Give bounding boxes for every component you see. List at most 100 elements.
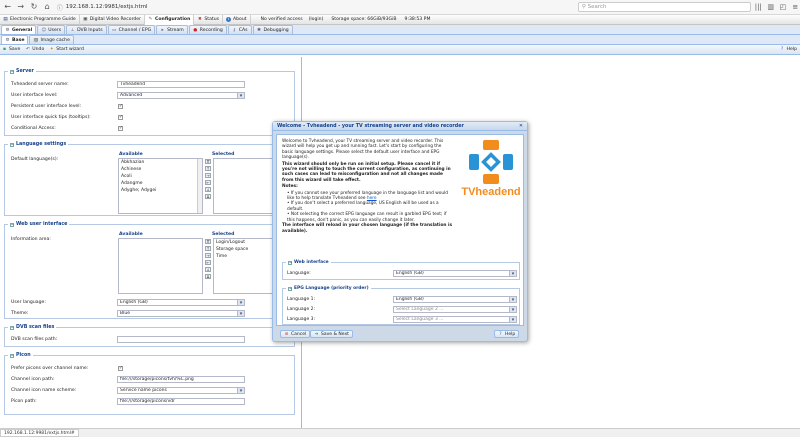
prefer-picons-checkbox[interactable]: ✓ [118, 366, 123, 371]
info-area-available-list[interactable] [118, 238, 203, 294]
move-bottom-icon[interactable]: ⇊ [205, 274, 211, 279]
ui-level-select[interactable]: Advanced [117, 92, 245, 99]
url-bar[interactable]: ⓘ 192.168.1.12:9981/extjs.html [57, 2, 458, 12]
cancel-button[interactable]: ⊘ Cancel [280, 330, 311, 338]
forward-arrow-icon[interactable]: → [15, 1, 26, 13]
help-icon: ? [780, 47, 784, 52]
menu-label: Electronic Programme Guide [10, 16, 76, 22]
tab-stream[interactable]: ▸ Stream [156, 25, 188, 34]
move-down-icon[interactable]: ↓ [205, 187, 211, 192]
server-name-input[interactable]: Tvheadend [117, 81, 245, 88]
channel-icon-path-input[interactable]: file:///storage/picons/tvh/%C.png [117, 376, 245, 383]
home-icon[interactable]: ⌂ [42, 1, 53, 13]
dvb-scan-path-input[interactable] [117, 336, 245, 343]
tab-general[interactable]: ⚙ General [1, 25, 37, 34]
conditional-access-checkbox[interactable]: ✓ [118, 126, 123, 131]
welcome-wizard-dialog: Welcome - Tvheadend - your TV streaming … [272, 121, 528, 342]
webui-legend[interactable]: − Web user interface [8, 222, 70, 227]
save-icon: ▪ [2, 47, 7, 52]
menu-dvr[interactable]: ▣ Digital Video Recorder [80, 14, 146, 25]
help-button[interactable]: ? Help [780, 47, 797, 52]
collapse-icon: − [10, 69, 14, 74]
epg-language-1-select[interactable]: English (GB) [393, 296, 517, 303]
epg-language-3-select[interactable]: Select Language 3 ... [393, 316, 517, 323]
dvbscan-legend[interactable]: − DVB scan files [8, 325, 57, 330]
tab-image-cache[interactable]: ▨ Image cache [29, 35, 74, 44]
picon-fieldset: − Picon Prefer picons over channel name: … [4, 353, 295, 415]
menu-configuration[interactable]: ✎ Configuration [145, 14, 195, 25]
undo-button[interactable]: ↶ Undo [25, 47, 44, 52]
list-item[interactable]: Achinese [119, 166, 202, 173]
move-right-icon[interactable]: → [205, 253, 211, 258]
server-legend[interactable]: − Server [8, 69, 36, 74]
language-legend[interactable]: − Language settings [8, 142, 69, 147]
login-link[interactable]: (login) [309, 17, 324, 22]
record-icon: ● [193, 27, 198, 33]
epg-language-legend[interactable]: − EPG Language (priority order) [286, 286, 371, 291]
tab-cas[interactable]: ⚷ CAs [227, 25, 252, 34]
dvbscan-fieldset: − DVB scan files DVB scan files path: [4, 325, 295, 347]
start-wizard-button[interactable]: ✦ Start wizard [49, 47, 84, 52]
list-item[interactable]: Acoli [119, 173, 202, 180]
menu-label: Digital Video Recorder [89, 16, 142, 22]
list-scrollbar[interactable] [197, 159, 202, 213]
quick-tips-checkbox[interactable]: ✓ [118, 115, 123, 120]
move-up-icon[interactable]: ↑ [205, 246, 211, 251]
menu-icon[interactable]: ≡ [791, 2, 800, 12]
menu-epg[interactable]: ▤ Electronic Programme Guide [0, 14, 80, 25]
save-label: Save [9, 47, 21, 52]
reload-note: The interface will reload in your chosen… [282, 223, 453, 234]
save-next-label: Save & Next [321, 331, 349, 337]
browser-search-input[interactable]: ⚲ Search [577, 2, 751, 12]
move-up-icon[interactable]: ↑ [205, 166, 211, 171]
wizard-help-button[interactable]: ? Help [494, 330, 520, 338]
move-right-icon[interactable]: → [205, 173, 211, 178]
tab-base[interactable]: ⚙ Base [1, 35, 29, 44]
reload-icon[interactable]: ↻ [28, 1, 39, 13]
list-item[interactable]: Adangme [119, 180, 202, 187]
legend-text: DVB scan files [16, 325, 55, 330]
menu-about[interactable]: i About [223, 14, 251, 25]
gear-icon: ⚙ [5, 37, 10, 43]
tab-label: Channel / EPG [118, 27, 152, 33]
move-top-icon[interactable]: ⇈ [205, 239, 211, 244]
move-top-icon[interactable]: ⇈ [205, 159, 211, 164]
theme-select[interactable]: Blue [117, 310, 245, 317]
collapse-icon: − [10, 325, 14, 330]
persistent-level-checkbox[interactable]: ✓ [118, 104, 123, 109]
webif-language-select[interactable]: English (GB) [393, 270, 517, 277]
extension-icon[interactable]: ◰ [778, 2, 787, 12]
tab-recording[interactable]: ● Recording [188, 25, 227, 34]
library-icon[interactable]: ||| [754, 2, 763, 12]
tab-debugging[interactable]: ✱ Debugging [252, 25, 293, 34]
wizard-help-label: Help [505, 331, 516, 337]
save-button[interactable]: ▪ Save [2, 47, 20, 52]
move-left-icon[interactable]: ← [205, 260, 211, 265]
cancel-label: Cancel [291, 331, 307, 337]
save-next-button[interactable]: ➜ Save & Next [310, 330, 353, 338]
tab-dvb-inputs[interactable]: ⊥ DVB Inputs [66, 25, 107, 34]
web-interface-legend[interactable]: − Web interface [286, 260, 331, 265]
sidebar-icon[interactable]: ▥ [766, 2, 775, 12]
move-bottom-icon[interactable]: ⇊ [205, 194, 211, 199]
tab-users[interactable]: ☺ Users [37, 25, 66, 34]
icon-scheme-select[interactable]: Service name picons [117, 387, 245, 394]
list-item[interactable]: Abkhazian [119, 159, 202, 166]
menu-status[interactable]: ✖ Status [194, 14, 223, 25]
close-icon[interactable]: ✕ [518, 123, 524, 129]
dialog-title-bar[interactable]: Welcome - Tvheadend - your TV streaming … [273, 122, 527, 131]
user-language-select[interactable]: English (GB) [117, 299, 245, 306]
picon-path-input[interactable]: file:///storage/picons/vdr [117, 398, 245, 405]
notes-title: Notes: [282, 184, 298, 190]
available-language-list[interactable]: Abkhazian Achinese Acoli Adangme Adyghe;… [118, 158, 203, 214]
picon-legend[interactable]: − Picon [8, 353, 33, 358]
channel-icon-path-label: Channel icon path: [11, 377, 55, 382]
move-left-icon[interactable]: ← [205, 180, 211, 185]
tab-label: Debugging [263, 27, 289, 33]
epg-language-2-select[interactable]: Select Language 2 ... [393, 306, 517, 313]
move-down-icon[interactable]: ↓ [205, 267, 211, 272]
back-arrow-icon[interactable]: ← [2, 1, 13, 13]
wrench-icon: ✎ [148, 17, 153, 22]
list-item[interactable]: Adyghe; Adygei [119, 187, 202, 194]
tab-channel-epg[interactable]: ▭ Channel / EPG [107, 25, 156, 34]
